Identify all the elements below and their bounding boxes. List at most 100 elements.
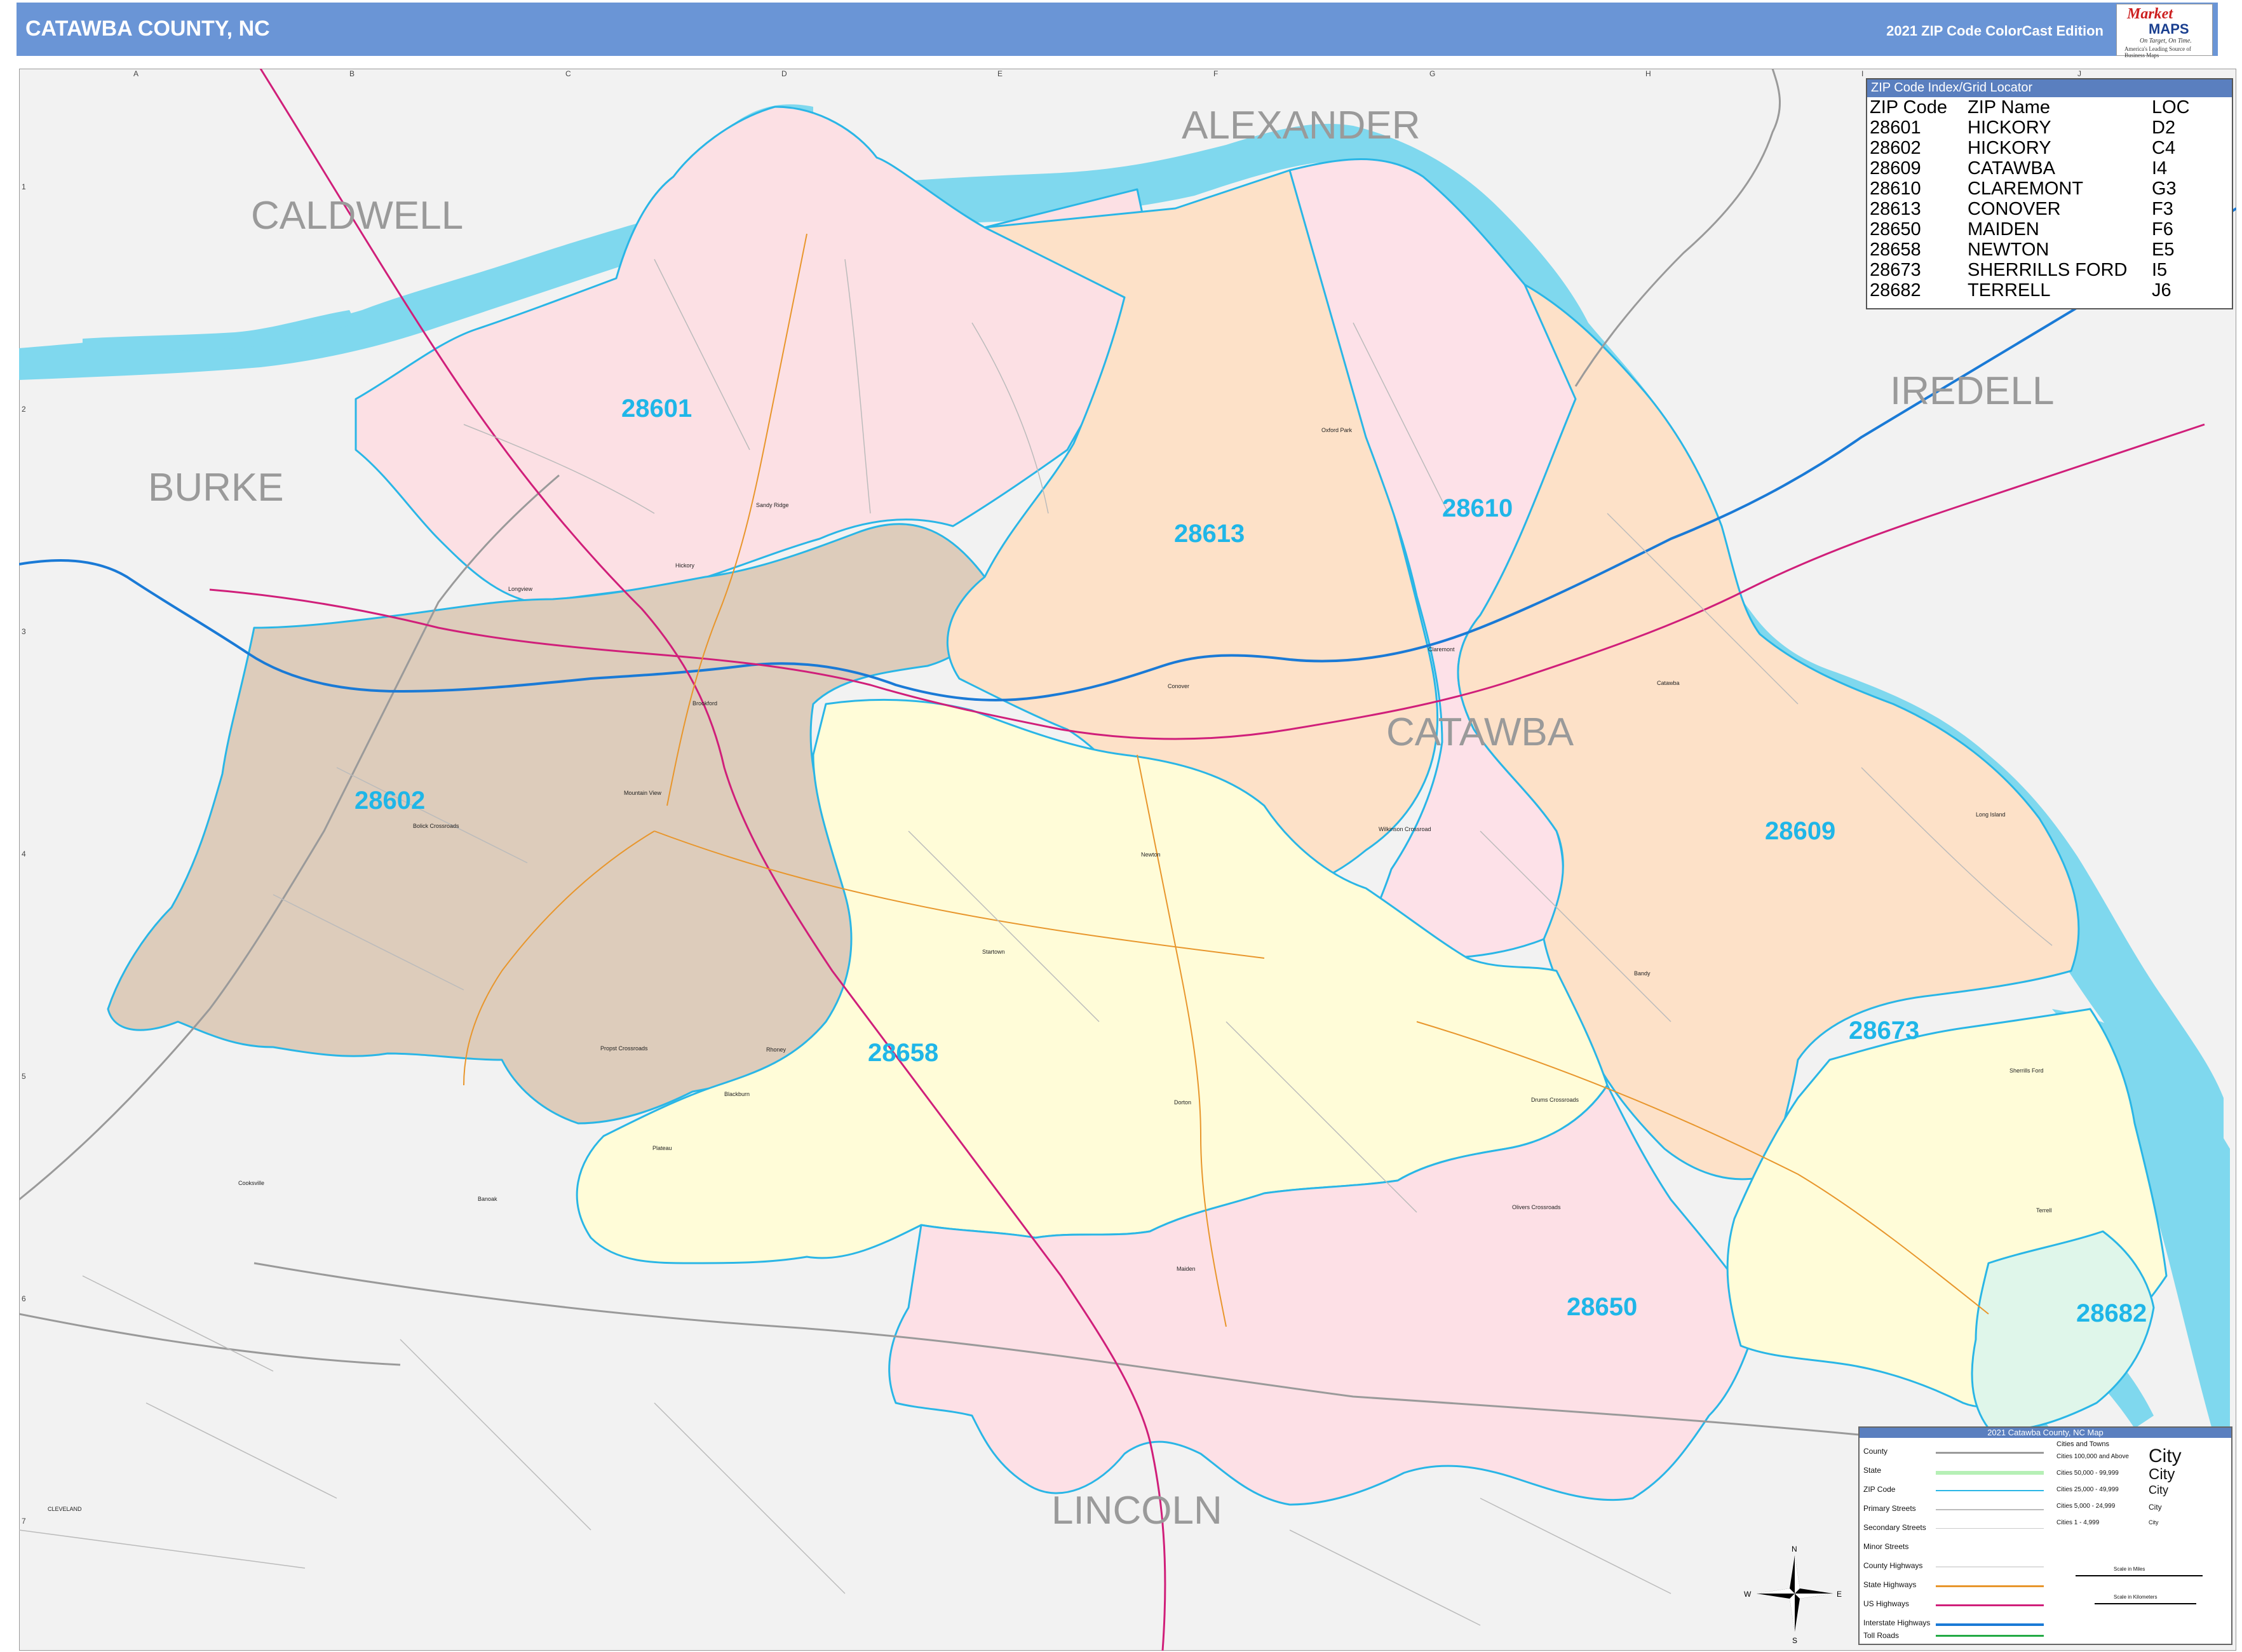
zip-index-title: ZIP Code Index/Grid Locator (1867, 79, 2232, 97)
grid-letter-f: F (1213, 69, 1218, 78)
zip-label-28673: 28673 (1849, 1017, 1919, 1045)
city-cooksville: Cooksville (238, 1180, 264, 1186)
city-bolick-crossroads: Bolick Crossroads (413, 823, 459, 829)
loc-cell: F6 (2152, 219, 2173, 240)
zip-label-28602: 28602 (355, 787, 425, 815)
legend-line-primary (1936, 1509, 2044, 1510)
grid-letter-d: D (781, 69, 787, 78)
grid-number-2: 2 (22, 405, 26, 414)
zip-label-28650: 28650 (1567, 1293, 1637, 1321)
legend-item-us-hwy: US Highways (1863, 1599, 1910, 1608)
legend-line-zip (1936, 1490, 2044, 1491)
name-cell: NEWTON (1968, 240, 2050, 260)
legend-line-toll (1936, 1635, 2044, 1637)
legend-scale-km: Scale in Kilometers (2114, 1594, 2158, 1600)
city-longview: Longview (508, 586, 533, 592)
compass-e: E (1837, 1590, 1842, 1599)
legend-scale-km-bar (2095, 1603, 2196, 1604)
table-row: 28602 HICKORY C4 (1870, 138, 2192, 158)
grid-letter-c: C (565, 69, 571, 78)
market-maps-logo: Market MAPS On Target, On Time. America'… (2116, 4, 2213, 58)
grid-number-6: 6 (22, 1294, 26, 1303)
county-label-alexander: ALEXANDER (1182, 104, 1421, 147)
legend-item-minor: Minor Streets (1863, 1542, 1909, 1551)
name-cell: HICKORY (1968, 138, 2051, 158)
logo-tagline: On Target, On Time. (2140, 37, 2192, 44)
logo-subtagline: America's Leading Source of Business Map… (2124, 46, 2191, 58)
county-label-cleveland: CLEVELAND (48, 1506, 82, 1512)
zip-cell: 28602 (1870, 138, 1921, 158)
legend-line-state (1936, 1471, 2044, 1475)
legend-item-zip: ZIP Code (1863, 1485, 1896, 1494)
legend-city-small: City (2149, 1484, 2168, 1496)
table-row: 28613 CONOVER F3 (1870, 199, 2192, 219)
grid-number-7: 7 (22, 1517, 26, 1526)
city-sherrills-ford: Sherrills Ford (2009, 1067, 2044, 1074)
legend-line-interstate (1936, 1623, 2044, 1626)
city-wilkinson-crossroad: Wilkinson Crossroad (1379, 826, 1431, 832)
zip-cell: 28650 (1870, 219, 1921, 240)
legend-line-county-hwy (1936, 1566, 2044, 1567)
city-oxford-park: Oxford Park (1321, 427, 1353, 433)
zip-index-header-name: ZIP Name (1968, 97, 2051, 118)
legend-pop-5: Cities 1 - 4,999 (2056, 1519, 2100, 1526)
table-row: 28609 CATAWBA I4 (1870, 158, 2192, 179)
legend-line-us-hwy (1936, 1604, 2044, 1606)
zip-cell: 28610 (1870, 179, 1921, 199)
legend-item-toll: Toll Roads (1863, 1631, 1900, 1640)
city-blackburn: Blackburn (724, 1091, 750, 1097)
logo-brand-bottom: MAPS (2149, 21, 2189, 37)
zip-cell: 28601 (1870, 118, 1921, 138)
legend-pop-4: Cities 5,000 - 24,999 (2056, 1503, 2116, 1510)
legend-line-county (1936, 1452, 2044, 1454)
name-cell: CONOVER (1968, 199, 2061, 219)
legend-city-medium: City (2149, 1466, 2175, 1483)
grid-number-3: 3 (22, 627, 26, 636)
zip-cell: 28682 (1870, 280, 1921, 301)
zip-index-header-zip: ZIP Code (1870, 97, 1947, 118)
city-bandy: Bandy (1634, 970, 1651, 977)
city-dorton: Dorton (1174, 1099, 1191, 1106)
zip-code-index: ZIP Code Index/Grid Locator ZIP Code ZIP… (1866, 78, 2233, 309)
city-claremont: Claremont (1428, 646, 1455, 653)
zip-cell: 28658 (1870, 240, 1921, 260)
name-cell: CLAREMONT (1968, 179, 2084, 199)
legend-pop-3: Cities 25,000 - 49,999 (2056, 1486, 2119, 1493)
zip-label-28609: 28609 (1765, 817, 1835, 845)
grid-number-1: 1 (22, 182, 26, 191)
county-label-lincoln: LINCOLN (1051, 1489, 1222, 1533)
zip-cell: 28613 (1870, 199, 1921, 219)
loc-cell: C4 (2152, 138, 2176, 158)
legend-item-secondary: Secondary Streets (1863, 1523, 1926, 1532)
city-hickory: Hickory (675, 562, 695, 569)
zip-label-28601: 28601 (621, 395, 692, 423)
city-olivers-crossroads: Olivers Crossroads (1512, 1204, 1561, 1210)
logo-brand-top: Market (2127, 6, 2173, 22)
loc-cell: D2 (2152, 118, 2176, 138)
legend-title: 2021 Catawba County, NC Map (1860, 1428, 2231, 1438)
city-startown: Startown (982, 949, 1005, 955)
zip-label-28658: 28658 (868, 1039, 938, 1067)
county-label-iredell: IREDELL (1890, 369, 2054, 413)
legend-pop-2: Cities 50,000 - 99,999 (2056, 1470, 2119, 1477)
city-catawba: Catawba (1657, 680, 1680, 686)
grid-letter-b: B (349, 69, 355, 78)
map-legend: 2021 Catawba County, NC Map County State… (1858, 1426, 2232, 1645)
county-label-burke: BURKE (148, 466, 284, 510)
legend-item-interstate: Interstate Highways (1863, 1618, 1931, 1627)
loc-cell: I4 (2152, 158, 2168, 179)
zip-label-28682: 28682 (2076, 1299, 2147, 1327)
grid-number-4: 4 (22, 850, 26, 858)
legend-city-smallest: City (2149, 1519, 2159, 1526)
table-row: 28673 SHERRILLS FORD I5 (1870, 260, 2192, 280)
edition-label: 2021 ZIP Code ColorCast Edition (1886, 23, 2104, 39)
grid-letter-g: G (1429, 69, 1435, 78)
legend-scale-miles: Scale in Miles (2114, 1566, 2145, 1572)
legend-item-state: State (1863, 1466, 1882, 1475)
map-title: CATAWBA COUNTY, NC (25, 17, 270, 41)
city-conover: Conover (1168, 683, 1189, 689)
legend-city-smaller: City (2149, 1503, 2162, 1512)
table-row: 28650 MAIDEN F6 (1870, 219, 2192, 240)
zip-cell: 28609 (1870, 158, 1921, 179)
loc-cell: G3 (2152, 179, 2177, 199)
